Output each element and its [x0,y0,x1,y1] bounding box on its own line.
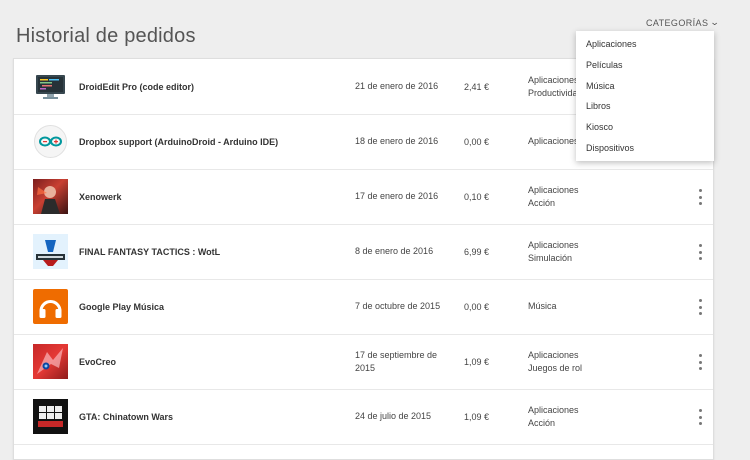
order-price: 6,99 € [464,246,490,257]
order-category-secondary: Acción [528,197,556,208]
categories-menu: Aplicaciones Películas Música Libros Kio… [576,31,714,161]
categories-dropdown-button[interactable]: CATEGORÍAS ⌄ [646,17,721,28]
menu-item-musica[interactable]: Música [576,76,714,97]
categories-label: CATEGORÍAS [646,17,709,28]
chevron-down-icon: ⌄ [710,17,721,27]
headphones-icon [33,289,68,324]
order-price: 1,09 € [464,356,490,367]
more-options-icon[interactable] [696,189,704,205]
order-date: 17 de septiembre de 2015 [355,349,438,373]
order-name[interactable]: Dropbox support (ArduinoDroid - Arduino … [79,114,278,169]
order-row[interactable]: GTA: Chinatown Wars 24 de julio de 2015 … [14,389,713,445]
order-date: 21 de enero de 2016 [355,81,439,91]
order-name[interactable]: DroidEdit Pro (code editor) [79,59,194,114]
fft-icon [33,234,68,269]
menu-item-kiosco[interactable]: Kiosco [576,117,714,138]
order-category-secondary: Simulación [528,252,573,263]
order-date: 17 de enero de 2016 [355,191,439,201]
order-name[interactable]: FINAL FANTASY TACTICS : WotL [79,224,220,279]
order-category: Aplicaciones Acción [528,169,579,224]
gta-icon [33,399,68,434]
evocreo-icon [33,344,68,379]
order-date: 8 de enero de 2016 [355,246,434,256]
order-category: Aplicaciones Acción [528,389,579,444]
order-category-secondary: Productividad [528,87,583,98]
order-category-primary: Música [528,301,557,311]
order-category-primary: Aplicaciones [528,349,579,360]
order-category: Música [528,279,557,334]
menu-item-peliculas[interactable]: Películas [576,55,714,76]
menu-item-aplicaciones[interactable]: Aplicaciones [576,34,714,55]
order-price: 1,09 € [464,411,490,422]
order-category-primary: Aplicaciones [528,74,579,85]
more-options-icon[interactable] [696,299,704,315]
order-name[interactable]: GTA: Chinatown Wars [79,389,173,444]
xenowerk-icon [33,179,68,214]
order-row[interactable]: Google Play Música 7 de octubre de 2015 … [14,279,713,335]
order-date: 7 de octubre de 2015 [355,301,441,311]
menu-item-libros[interactable]: Libros [576,96,714,117]
order-name[interactable]: Google Play Música [79,279,164,334]
order-name[interactable]: Xenowerk [79,169,122,224]
order-category: Aplicaciones Simulación [528,224,579,279]
order-category-primary: Aplicaciones [528,404,579,415]
order-name[interactable]: EvoCreo [79,334,116,389]
menu-item-dispositivos[interactable]: Dispositivos [576,138,714,159]
order-category-secondary: Acción [528,417,556,428]
order-price: 2,41 € [464,81,490,92]
order-category-secondary: Juegos de rol [528,362,583,373]
order-row[interactable]: EvoCreo 17 de septiembre de 2015 1,09 € … [14,334,713,390]
order-price: 0,00 € [464,301,490,312]
order-row[interactable]: FINAL FANTASY TACTICS : WotL 8 de enero … [14,224,713,280]
order-category-primary: Aplicaciones [528,136,579,146]
order-date: 18 de enero de 2016 [355,136,439,146]
order-date: 24 de julio de 2015 [355,411,432,421]
order-price: 0,10 € [464,191,490,202]
droidedit-icon [33,69,68,104]
more-options-icon[interactable] [696,409,704,425]
order-category: Aplicaciones Juegos de rol [528,334,582,389]
page-title: Historial de pedidos [16,25,196,48]
order-row[interactable]: Xenowerk 17 de enero de 2016 0,10 € Apli… [14,169,713,225]
more-options-icon[interactable] [696,244,704,260]
order-category: Aplicaciones Productividad [528,59,583,114]
order-category-primary: Aplicaciones [528,184,579,195]
order-category-primary: Aplicaciones [528,239,579,250]
order-price: 0,00 € [464,136,490,147]
order-category: Aplicaciones [528,114,579,169]
more-options-icon[interactable] [696,354,704,370]
arduino-icon [33,124,68,159]
